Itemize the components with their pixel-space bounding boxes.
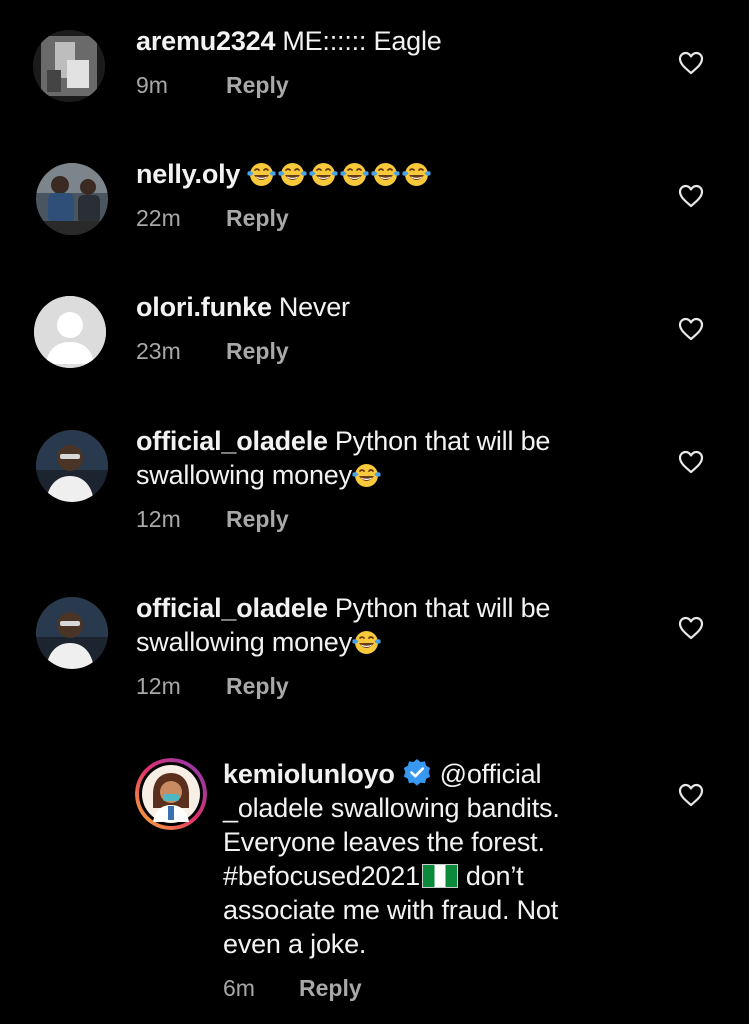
emoji-row: [352, 627, 383, 657]
user-avatar[interactable]: [33, 30, 105, 102]
user-avatar[interactable]: [36, 430, 108, 502]
comment-username[interactable]: aremu2324: [136, 26, 276, 56]
comment-time: 12m: [136, 506, 181, 532]
comment-text-line: nelly.oly: [136, 157, 606, 191]
comment-time: 6m: [223, 975, 255, 1001]
comment-username[interactable]: official_oladele: [136, 426, 328, 456]
comment-meta: 22m Reply: [136, 205, 606, 232]
comment-body: official_oladele Python that will be swal…: [136, 424, 606, 533]
comment-meta: 23m Reply: [136, 338, 606, 365]
reply-button[interactable]: Reply: [226, 338, 289, 365]
comment-text-line: kemiolunloyo @official _oladele swallowin…: [223, 757, 603, 961]
comment-time: 22m: [136, 205, 181, 231]
emoji-row: [247, 159, 433, 189]
reply-button[interactable]: Reply: [226, 72, 289, 99]
comment-text: ME:::::: Eagle: [282, 26, 442, 56]
comment-username[interactable]: kemiolunloyo: [223, 759, 395, 789]
reply-button[interactable]: Reply: [226, 506, 289, 533]
laughing-tears-emoji-icon: [340, 161, 369, 188]
default-avatar-icon[interactable]: [34, 296, 106, 368]
comment-body: nelly.oly 22m Reply: [136, 157, 606, 232]
laughing-tears-emoji-icon: [402, 161, 431, 188]
like-heart-icon[interactable]: [678, 184, 704, 208]
laughing-tears-emoji-icon: [247, 161, 276, 188]
comment-meta: 12m Reply: [136, 506, 606, 533]
comment-meta: 6m Reply: [223, 975, 603, 1002]
comment-text-line: aremu2324 ME:::::: Eagle: [136, 24, 606, 58]
verified-badge-icon: [402, 758, 432, 788]
reply-button[interactable]: Reply: [299, 975, 362, 1002]
like-heart-icon[interactable]: [678, 317, 704, 341]
comment-meta: 12m Reply: [136, 673, 606, 700]
emoji-row: [352, 460, 383, 490]
like-heart-icon[interactable]: [678, 450, 704, 474]
comment-body: aremu2324 ME:::::: Eagle 9m Reply: [136, 24, 606, 99]
user-avatar[interactable]: [36, 163, 108, 235]
like-heart-icon[interactable]: [678, 616, 704, 640]
reply-button[interactable]: Reply: [226, 673, 289, 700]
comment-time: 9m: [136, 72, 168, 98]
laughing-tears-emoji-icon: [278, 161, 307, 188]
like-heart-icon[interactable]: [678, 51, 704, 75]
comment-time: 23m: [136, 338, 181, 364]
comment-text-line: official_oladele Python that will be swal…: [136, 591, 606, 659]
user-avatar-story-ring[interactable]: [135, 758, 207, 830]
comment-text-line: olori.funke Never: [136, 290, 606, 324]
comment-text: Never: [278, 292, 350, 322]
laughing-tears-emoji-icon: [371, 161, 400, 188]
comment-text-line: official_oladele Python that will be swal…: [136, 424, 606, 492]
comment-body: olori.funke Never 23m Reply: [136, 290, 606, 365]
comment-username[interactable]: official_oladele: [136, 593, 328, 623]
reply-button[interactable]: Reply: [226, 205, 289, 232]
comment-body: official_oladele Python that will be swal…: [136, 591, 606, 700]
comment-time: 12m: [136, 673, 181, 699]
laughing-tears-emoji-icon: [352, 462, 381, 489]
user-avatar[interactable]: [36, 597, 108, 669]
like-heart-icon[interactable]: [678, 783, 704, 807]
comment-username[interactable]: olori.funke: [136, 292, 272, 322]
laughing-tears-emoji-icon: [309, 161, 338, 188]
comment-username[interactable]: nelly.oly: [136, 159, 240, 189]
comment-meta: 9m Reply: [136, 72, 606, 99]
comment-body: kemiolunloyo @official _oladele swallowin…: [223, 757, 603, 1002]
nigeria-flag-icon: [421, 864, 458, 888]
laughing-tears-emoji-icon: [352, 629, 381, 656]
